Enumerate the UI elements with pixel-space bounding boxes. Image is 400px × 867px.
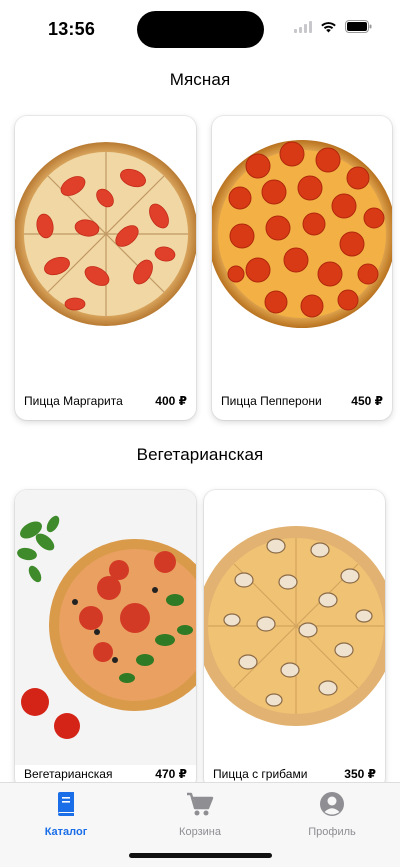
wifi-icon <box>320 20 337 38</box>
tab-cart[interactable]: Корзина <box>140 791 260 838</box>
product-card-pepperoni[interactable]: Пицца Пепперони 450 ₽ <box>212 116 392 420</box>
product-name: Пицца Пепперони <box>221 394 322 408</box>
catalog-book-icon <box>55 792 77 821</box>
pizza-vegetarian-image <box>15 490 196 765</box>
tab-profile[interactable]: Профиль <box>272 791 392 838</box>
battery-icon <box>345 20 372 38</box>
product-card-margarita[interactable]: Пицца Маргарита 400 ₽ <box>15 116 196 420</box>
product-price: 400 ₽ <box>155 394 187 408</box>
pizza-pepperoni-image <box>212 140 392 328</box>
product-price: 350 ₽ <box>344 767 376 781</box>
profile-person-icon <box>319 792 345 821</box>
product-card-vegetarian[interactable]: Вегетарианская 470 ₽ <box>15 490 196 790</box>
home-indicator <box>129 853 272 858</box>
product-name: Пицца Маргарита <box>24 394 123 408</box>
status-time: 13:56 <box>48 19 96 39</box>
product-name: Вегетарианская <box>24 767 113 781</box>
dynamic-island <box>137 11 264 48</box>
tab-profile-label: Профиль <box>308 826 356 838</box>
product-price: 470 ₽ <box>155 767 187 781</box>
cart-icon <box>186 792 214 821</box>
product-card-mushroom[interactable]: Пицца с грибами 350 ₽ <box>204 490 385 790</box>
product-price: 450 ₽ <box>351 394 383 408</box>
status-bar: 13:56 <box>0 0 400 56</box>
product-name: Пицца с грибами <box>213 767 308 781</box>
signal-icon <box>294 20 312 38</box>
pizza-margarita-image <box>15 142 196 326</box>
status-icons <box>294 20 372 38</box>
tab-catalog[interactable]: Каталог <box>6 791 126 838</box>
tab-catalog-label: Каталог <box>44 826 88 838</box>
section-title-vegetarian: Вегетарианская <box>136 445 264 464</box>
tab-cart-label: Корзина <box>179 826 221 838</box>
section-title-meat: Мясная <box>169 70 231 89</box>
pizza-mushroom-image <box>204 526 385 726</box>
